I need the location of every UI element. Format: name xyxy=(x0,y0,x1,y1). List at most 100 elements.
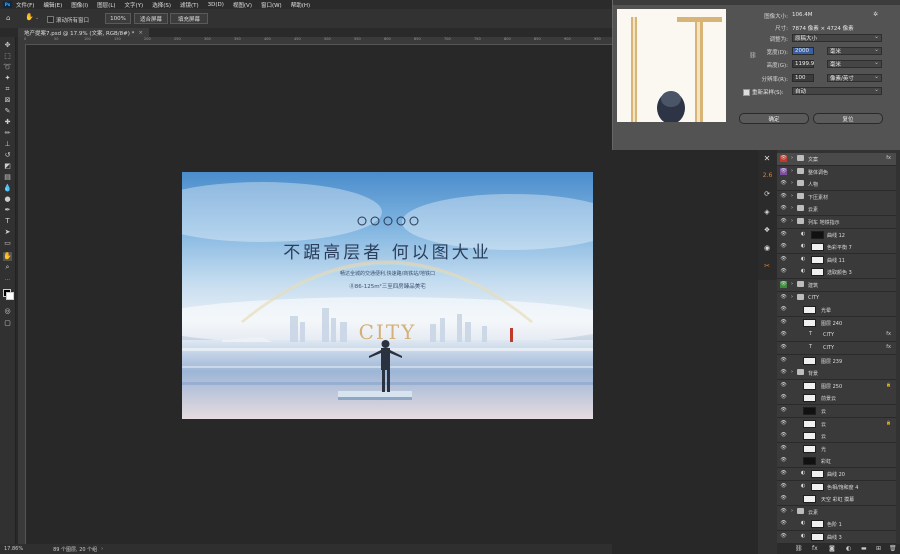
refresh-icon[interactable]: ⟳ xyxy=(762,190,772,200)
layer-row[interactable]: 👁 › 云素 xyxy=(777,203,896,217)
scroll-all-checkbox[interactable] xyxy=(47,16,54,23)
dodge-tool-icon[interactable]: ● xyxy=(3,195,12,204)
visibility-eye-icon[interactable]: 👁 xyxy=(780,457,787,464)
layer-row[interactable]: 👁 › CITY xyxy=(777,291,896,305)
layer-thumbnail[interactable] xyxy=(803,356,816,365)
home-icon[interactable]: ⌂ xyxy=(6,14,10,22)
eyedropper-tool-icon[interactable]: ✎ xyxy=(3,107,12,116)
properties-dock-icon[interactable]: ◉ xyxy=(762,244,772,254)
layer-row[interactable]: 👁 光晕 xyxy=(777,304,896,318)
version-badge-icon[interactable]: 2.6 xyxy=(761,172,774,182)
resample-checkbox[interactable] xyxy=(743,89,750,96)
adjustment-dock-icon[interactable]: ❖ xyxy=(762,226,772,236)
visibility-eye-icon[interactable]: 👁 xyxy=(780,470,787,477)
layer-row[interactable]: 👁 ◐ 曲线 11 xyxy=(777,253,896,267)
group-expand-chevron-icon[interactable]: › xyxy=(791,205,793,211)
fit-screen-button[interactable]: 适合屏幕 xyxy=(134,13,168,24)
layer-row[interactable]: 👁 › 人物 xyxy=(777,178,896,192)
visibility-eye-icon[interactable]: 👁 xyxy=(780,533,787,540)
layer-row[interactable]: 👁 图层 239 xyxy=(777,354,896,368)
visibility-eye-icon[interactable]: 👁 xyxy=(780,407,787,414)
more-tools-icon[interactable]: … xyxy=(3,275,12,284)
menu-window[interactable]: 窗口(W) xyxy=(261,1,282,9)
dialog-preview[interactable] xyxy=(617,9,726,122)
link-layers-icon[interactable]: ⛓ xyxy=(795,545,803,552)
height-unit-select[interactable]: 毫米 xyxy=(827,59,882,68)
layer-row[interactable]: 👁 ◐ 曲线 3 xyxy=(777,531,896,544)
eraser-tool-icon[interactable]: ◩ xyxy=(3,162,12,171)
lasso-tool-icon[interactable]: ➰ xyxy=(3,63,12,72)
marquee-tool-icon[interactable]: ⬚ xyxy=(3,52,12,61)
resample-select[interactable]: 自动 xyxy=(792,86,882,95)
layer-mask-thumbnail[interactable] xyxy=(811,243,824,252)
frame-tool-icon[interactable]: ⊠ xyxy=(3,96,12,105)
visibility-eye-icon[interactable]: 👁 xyxy=(780,306,787,313)
clone-stamp-tool-icon[interactable]: ⊥ xyxy=(3,140,12,149)
type-tool-icon[interactable]: T xyxy=(3,217,12,226)
visibility-eye-icon[interactable]: 👁 xyxy=(780,167,787,175)
layer-row[interactable]: 👁 T CITY fx xyxy=(777,329,896,343)
layer-row[interactable]: 👁 天空 彩虹 摸幕 xyxy=(777,493,896,507)
visibility-eye-icon[interactable]: 👁 xyxy=(780,193,787,200)
zoom-tool-icon[interactable]: ⌕ xyxy=(3,263,12,272)
document-tab[interactable]: 地产提案7.psd @ 17.9% (文案, RGB/8#) * × xyxy=(18,28,150,37)
visibility-eye-icon[interactable]: 👁 xyxy=(780,180,787,187)
layer-thumbnail[interactable] xyxy=(803,407,816,415)
visibility-eye-icon[interactable]: 👁 xyxy=(780,294,787,301)
background-color-swatch[interactable] xyxy=(6,292,14,300)
close-dock-icon[interactable]: ✕ xyxy=(762,154,772,164)
visibility-eye-icon[interactable]: 👁 xyxy=(780,344,787,351)
dialog-title-bar[interactable] xyxy=(613,0,900,5)
visibility-eye-icon[interactable]: 👁 xyxy=(780,205,787,212)
layer-row[interactable]: 👁 ◐ 色相/饱和度 4 xyxy=(777,480,896,494)
visibility-eye-icon[interactable]: 👁 xyxy=(780,382,787,389)
artwork-canvas[interactable]: 不踞高层者 何以图大业 畅达全城的交通便利,快速路/商铁站/地铁口 ⓪86-12… xyxy=(182,172,593,419)
visibility-eye-icon[interactable]: 👁 xyxy=(780,508,787,515)
layer-row[interactable]: 👁 T CITY fx xyxy=(777,342,896,355)
menu-3d[interactable]: 3D(D) xyxy=(208,2,224,8)
layer-mask-thumbnail[interactable] xyxy=(811,255,824,264)
reset-button[interactable]: 复位 xyxy=(813,113,883,124)
layer-row[interactable]: 👁 › 整体调色 xyxy=(777,165,896,179)
layer-row[interactable]: 👁 › 背景 xyxy=(777,367,896,381)
healing-brush-tool-icon[interactable]: ✚ xyxy=(3,118,12,127)
new-layer-icon[interactable]: ⊞ xyxy=(876,545,881,552)
crop-tool-icon[interactable]: ⌗ xyxy=(3,85,12,94)
menu-type[interactable]: 文字(Y) xyxy=(125,1,144,9)
visibility-eye-icon[interactable]: 👁 xyxy=(780,369,787,376)
layer-row[interactable]: 👁 › 云素 xyxy=(777,505,896,519)
close-tab-icon[interactable]: × xyxy=(138,30,143,36)
layer-row[interactable]: 👁 › 文案 fx xyxy=(777,153,896,166)
layer-effects-icon[interactable]: fx xyxy=(886,331,891,337)
layer-thumbnail[interactable] xyxy=(803,306,816,315)
layer-row[interactable]: 👁 ◐ 色彩平衡 7 xyxy=(777,241,896,255)
path-selection-tool-icon[interactable]: ➤ xyxy=(3,228,12,237)
tools-dock-icon[interactable]: ✂ xyxy=(762,262,772,272)
menu-filter[interactable]: 滤镜(T) xyxy=(180,1,199,9)
menu-file[interactable]: 文件(F) xyxy=(16,1,34,9)
fill-screen-button[interactable]: 填充屏幕 xyxy=(170,13,208,24)
layer-thumbnail[interactable] xyxy=(803,381,816,390)
menu-help[interactable]: 帮助(H) xyxy=(291,1,310,9)
group-expand-chevron-icon[interactable]: › xyxy=(791,168,793,174)
visibility-eye-icon[interactable]: 👁 xyxy=(780,420,787,427)
menu-image[interactable]: 图像(I) xyxy=(71,1,88,9)
layer-mask-thumbnail[interactable] xyxy=(811,482,824,491)
rectangle-tool-icon[interactable]: ▭ xyxy=(3,239,12,248)
resolution-unit-select[interactable]: 像素/英寸 xyxy=(827,73,882,82)
mask-icon[interactable]: ◙ xyxy=(829,545,835,552)
visibility-eye-icon[interactable]: 👁 xyxy=(780,155,787,162)
layer-row[interactable]: 👁 彩虹 xyxy=(777,455,896,469)
group-expand-chevron-icon[interactable]: › xyxy=(791,294,793,300)
brush-tool-icon[interactable]: ✏ xyxy=(3,129,12,138)
visibility-eye-icon[interactable]: 👁 xyxy=(780,281,787,288)
layer-row[interactable]: 👁 ◐ 色阶 1 xyxy=(777,518,896,532)
group-expand-chevron-icon[interactable]: › xyxy=(791,508,793,514)
layer-row[interactable]: 👁 › 下压素材 xyxy=(777,190,896,204)
visibility-eye-icon[interactable]: 👁 xyxy=(780,331,787,338)
layers-dock-icon[interactable]: ◈ xyxy=(762,208,772,218)
layer-row[interactable]: 👁 › 列车 地铁指示 xyxy=(777,216,896,229)
history-brush-tool-icon[interactable]: ↺ xyxy=(3,151,12,160)
visibility-eye-icon[interactable]: 👁 xyxy=(780,445,787,452)
layer-thumbnail[interactable] xyxy=(803,318,816,327)
